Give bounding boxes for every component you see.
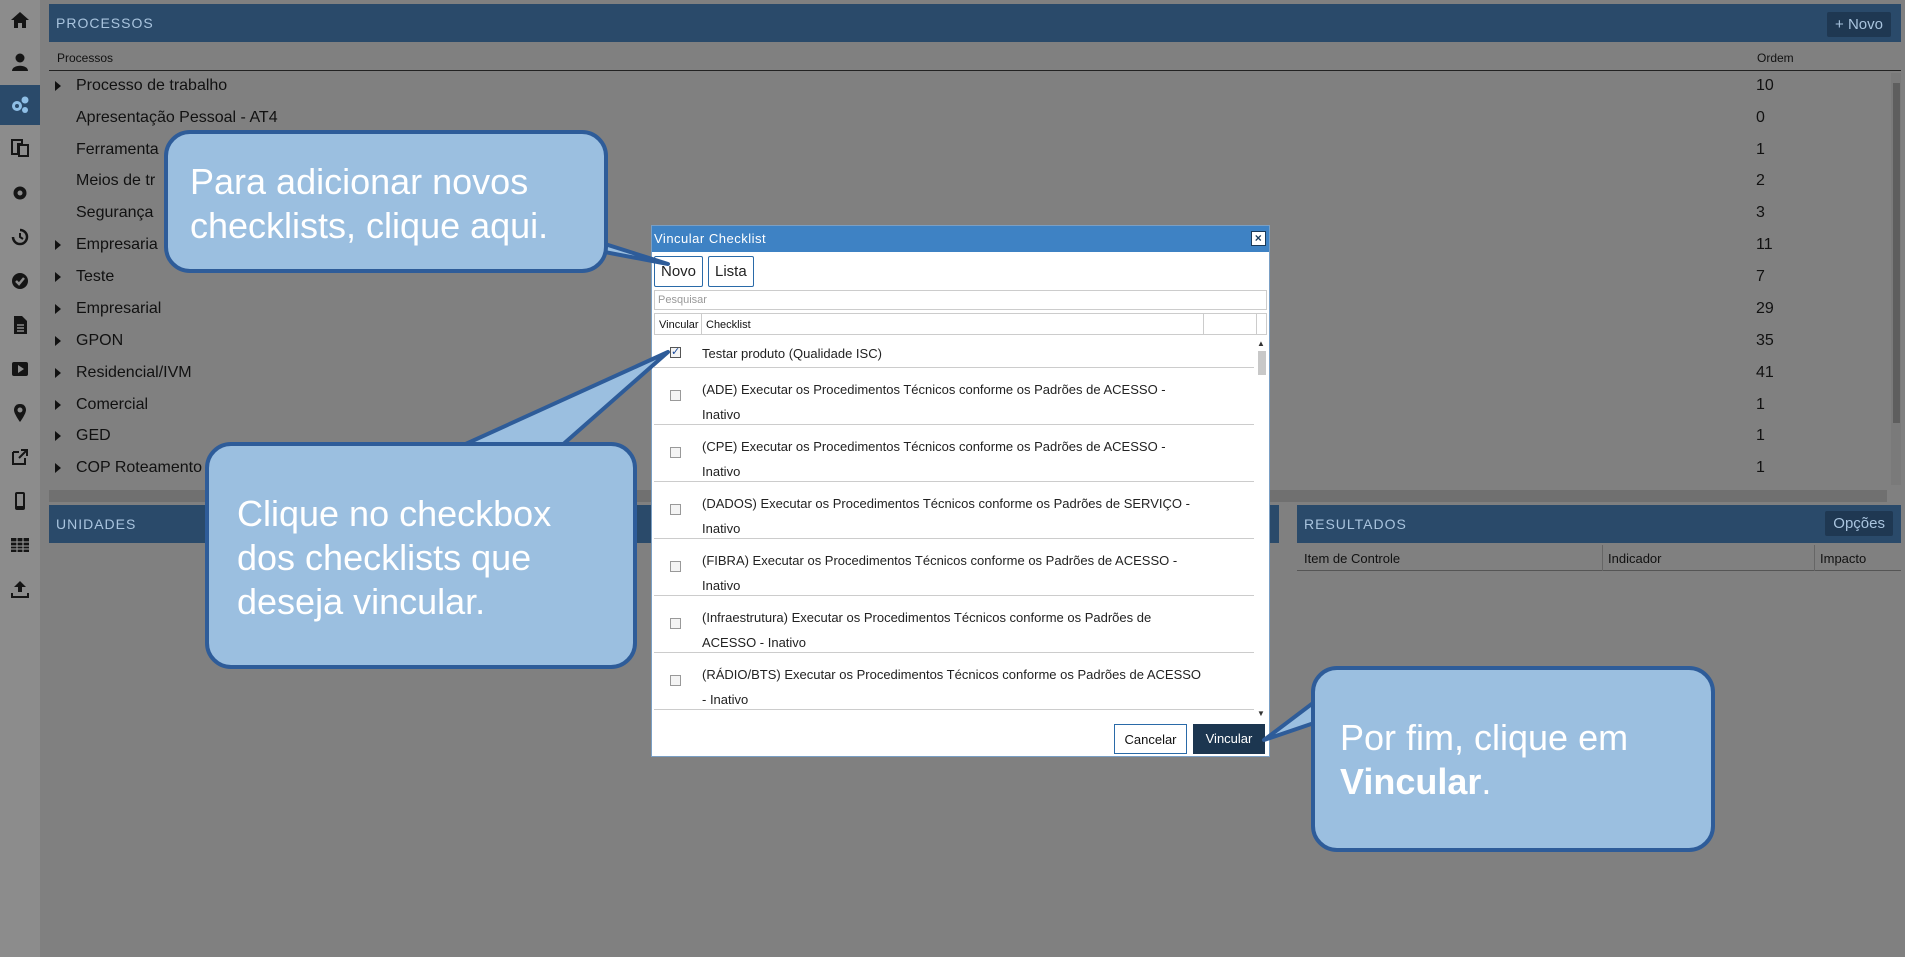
expand-arrow-icon[interactable] <box>55 240 61 250</box>
link-checkbox[interactable] <box>670 618 681 629</box>
link-checkbox[interactable] <box>670 561 681 572</box>
callout-link: Por fim, clique em Vincular. <box>1311 666 1715 852</box>
results-column-headers: Item de Controle Indicador Impacto <box>1297 545 1901 571</box>
col-control-item[interactable]: Item de Controle <box>1304 551 1400 566</box>
expand-arrow-icon[interactable] <box>55 81 61 91</box>
expand-arrow-icon[interactable] <box>55 304 61 314</box>
scroll-up-icon[interactable]: ▲ <box>1257 339 1265 348</box>
history-icon[interactable] <box>0 217 40 257</box>
external-link-icon[interactable] <box>0 437 40 477</box>
close-icon[interactable]: × <box>1251 231 1266 246</box>
options-button[interactable]: Opções <box>1825 511 1893 536</box>
col-impact[interactable]: Impacto <box>1820 551 1866 566</box>
callout-pointer-right <box>1262 698 1319 742</box>
results-header: RESULTADOS Opções <box>1297 505 1901 543</box>
checklist-row[interactable]: Testar produto (Qualidade ISC) <box>654 337 1254 368</box>
processes-title: PROCESSOS <box>56 15 154 31</box>
scrollbar-thumb[interactable] <box>1893 83 1900 423</box>
play-icon[interactable] <box>0 349 40 389</box>
mobile-icon[interactable] <box>0 481 40 521</box>
settings-icon[interactable] <box>0 173 40 213</box>
copy-icon[interactable] <box>0 128 40 168</box>
link-checkbox[interactable] <box>670 504 681 515</box>
table-icon[interactable] <box>0 525 40 565</box>
expand-arrow-icon[interactable] <box>55 463 61 473</box>
link-checkbox[interactable] <box>670 447 681 458</box>
search-input[interactable]: Pesquisar <box>654 290 1267 310</box>
processes-header: PROCESSOS + Novo <box>49 4 1901 42</box>
checklist-list: Testar produto (Qualidade ISC) (ADE) Exe… <box>654 337 1254 720</box>
scrollbar-thumb[interactable] <box>1258 351 1266 375</box>
checklist-scrollbar[interactable]: ▲ ▼ <box>1255 337 1267 720</box>
checklist-row[interactable]: (CPE) Executar os Procedimentos Técnicos… <box>654 425 1254 482</box>
processes-column-headers: Processos Ordem <box>49 47 1901 71</box>
sidebar <box>0 0 40 957</box>
upload-icon[interactable] <box>0 569 40 609</box>
cancel-button[interactable]: Cancelar <box>1114 724 1187 754</box>
link-checkbox[interactable] <box>670 345 681 358</box>
checklist-row[interactable]: (RÁDIO/BTS) Executar os Procedimentos Té… <box>654 653 1254 710</box>
checklist-row[interactable]: (DADOS) Executar os Procedimentos Técnic… <box>654 482 1254 539</box>
col-processes[interactable]: Processos <box>57 51 113 65</box>
dialog-title-bar: Vincular Checklist × <box>652 226 1269 252</box>
process-row[interactable]: Processo de trabalho 10 <box>49 70 1887 102</box>
expand-arrow-icon[interactable] <box>55 400 61 410</box>
user-icon[interactable] <box>0 42 40 82</box>
scroll-down-icon[interactable]: ▼ <box>1257 709 1265 718</box>
expand-arrow-icon[interactable] <box>55 368 61 378</box>
checklist-row[interactable]: (FIBRA) Executar os Procedimentos Técnic… <box>654 539 1254 596</box>
checklist-row[interactable]: (ADE) Executar os Procedimentos Técnicos… <box>654 368 1254 425</box>
dialog-title: Vincular Checklist <box>654 231 767 246</box>
link-checkbox[interactable] <box>670 675 681 686</box>
col-link: Vincular <box>659 319 699 331</box>
expand-arrow-icon[interactable] <box>55 336 61 346</box>
col-checklist: Checklist <box>706 319 751 331</box>
new-process-button[interactable]: + Novo <box>1827 12 1891 37</box>
expand-arrow-icon[interactable] <box>55 431 61 441</box>
new-checklist-button[interactable]: Novo <box>654 256 704 287</box>
callout-checkbox: Clique no checkbox dos checklists que de… <box>205 442 637 669</box>
expand-arrow-icon[interactable] <box>55 272 61 282</box>
processes-vertical-scrollbar[interactable] <box>1891 73 1901 485</box>
units-title: UNIDADES <box>56 516 137 532</box>
map-marker-icon[interactable] <box>0 393 40 433</box>
callout-new-checklist: Para adicionar novos checklists, clique … <box>164 130 608 273</box>
link-checkbox[interactable] <box>670 390 681 401</box>
list-button[interactable]: Lista <box>708 256 754 287</box>
home-icon[interactable] <box>0 0 40 40</box>
link-button[interactable]: Vincular <box>1193 724 1265 754</box>
gears-icon[interactable] <box>0 85 40 125</box>
results-title: RESULTADOS <box>1304 516 1407 532</box>
link-checklist-dialog: Vincular Checklist × Novo Lista Pesquisa… <box>651 225 1270 757</box>
document-icon[interactable] <box>0 305 40 345</box>
col-indicator[interactable]: Indicador <box>1608 551 1661 566</box>
checklist-column-headers: Vincular Checklist <box>654 313 1267 335</box>
checklist-row[interactable]: (Infraestrutura) Executar os Procediment… <box>654 596 1254 653</box>
check-circle-icon[interactable] <box>0 261 40 301</box>
col-order[interactable]: Ordem <box>1757 51 1794 65</box>
